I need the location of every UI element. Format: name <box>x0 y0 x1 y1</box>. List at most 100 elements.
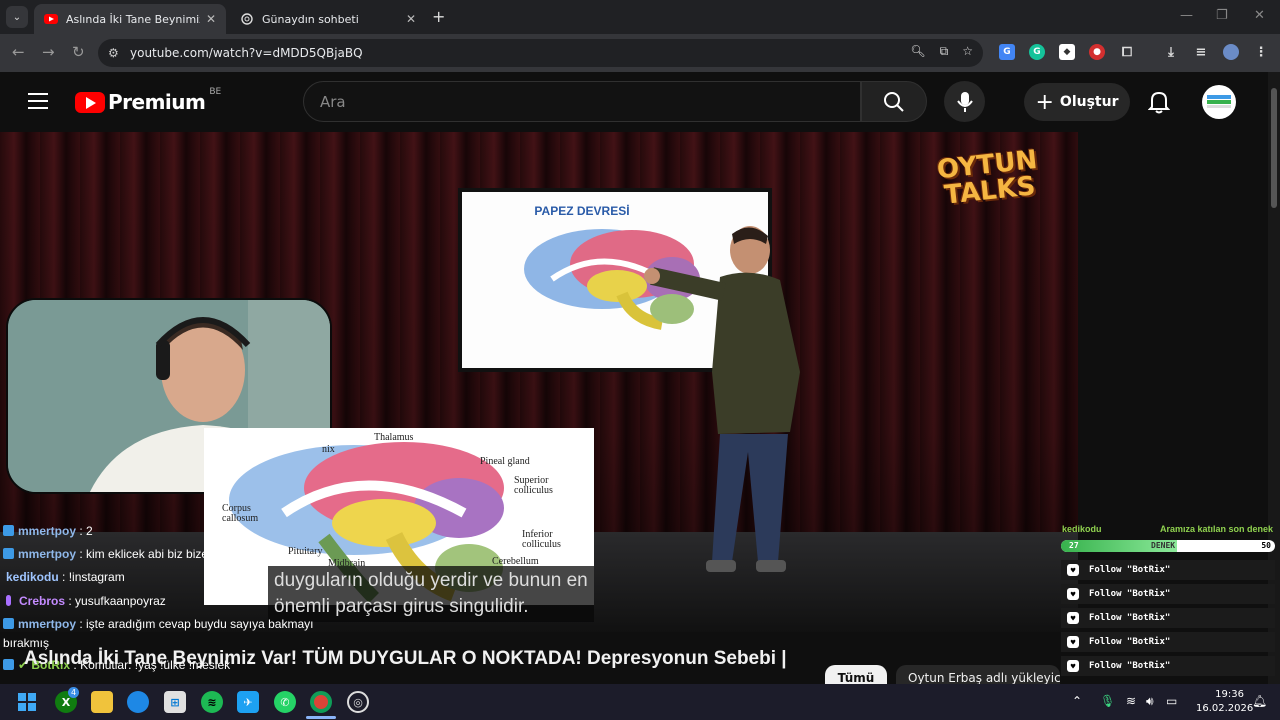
badge-icon <box>3 525 14 536</box>
youtube-header: Premium BE Ara + Oluştur <box>0 72 1268 132</box>
menu-dots-icon[interactable]: ⋮ <box>1253 44 1269 60</box>
chip-all[interactable]: Tümü <box>825 665 887 685</box>
media-control-icon[interactable]: ≡ <box>1193 44 1209 60</box>
system-clock[interactable]: 19:36 16.02.2026 <box>1196 688 1253 716</box>
create-label: Oluştur <box>1059 94 1119 110</box>
minimize-icon[interactable]: — <box>1180 8 1193 23</box>
browser-tabstrip: ⌄ Aslında İki Tane Beynimiz Var! T ✕ Gün… <box>0 0 1280 34</box>
voice-search-button[interactable] <box>944 81 985 122</box>
close-tab-icon[interactable]: ✕ <box>206 12 216 26</box>
logo-text: Premium <box>108 90 206 114</box>
windows-start-icon[interactable] <box>16 691 38 713</box>
grammarly-extension-icon[interactable]: G <box>1029 44 1045 60</box>
spotify-icon[interactable]: ≋ <box>201 691 223 713</box>
hamburger-menu-icon[interactable] <box>28 93 48 114</box>
maximize-icon[interactable]: ❐ <box>1216 8 1228 23</box>
windows-taskbar: X 4 ⊞ ≋ ✈ ✆ ◎ ⌃ 🎙︎ ≋ 🔊︎ ▭ 19:36 16.02.20… <box>0 684 1280 720</box>
chat-message: mmertpoy : kim eklicek abi biz bizeyiz y… <box>3 547 239 561</box>
chat-username: mmertpoy <box>18 547 77 561</box>
battery-icon[interactable]: ▭ <box>1166 694 1177 708</box>
follow-text: Follow "BotRix" <box>1089 661 1171 671</box>
tray-overflow-icon[interactable]: ⌃ <box>1072 694 1082 708</box>
chat-username: mmertpoy <box>18 617 77 631</box>
heart-icon: ♥ <box>1067 588 1079 600</box>
chat-message: kedikodu : !instagram <box>3 570 125 584</box>
follower-goal-overlay: kedikodu Aramıza katılan son denek 27 DE… <box>1058 520 1280 680</box>
chat-text: : 2 <box>76 524 93 538</box>
label-inferior-colliculus: Inferior colliculus <box>522 529 561 550</box>
whatsapp-icon[interactable]: ✆ <box>274 691 296 713</box>
chip-from-uploader[interactable]: Oytun Erbaş adlı yükleyiciden <box>896 665 1060 685</box>
chat-message: Crebros : yusufkaanpoyraz <box>3 594 166 608</box>
notifications-bell-icon[interactable] <box>1147 90 1171 118</box>
chatgpt-app-icon[interactable]: ◎ <box>347 691 369 713</box>
search-icon <box>884 91 904 112</box>
notification-icon[interactable]: 🔔︎ <box>1252 694 1267 708</box>
plus-icon: + <box>1035 89 1054 115</box>
youtube-premium-logo[interactable]: Premium BE <box>75 87 222 114</box>
extension-icon[interactable]: ◆ <box>1059 44 1075 60</box>
volume-icon[interactable]: 🔊︎ <box>1146 694 1154 709</box>
presenter-figure <box>644 226 800 572</box>
brand-logo-text: OYTUN TALKS <box>935 144 1039 211</box>
zoom-icon[interactable]: 🔍︎ <box>910 44 925 59</box>
goal-label: DENEK <box>1151 541 1176 550</box>
youtube-icon <box>44 12 58 26</box>
extensions-puzzle-icon[interactable]: ⧠ <box>1119 44 1135 60</box>
search-input[interactable]: Ara <box>303 81 861 122</box>
tab-title: Aslında İki Tane Beynimiz Var! T <box>66 12 200 26</box>
heart-icon: ♥ <box>1067 612 1079 624</box>
youtube-play-icon <box>75 91 105 113</box>
wifi-icon[interactable]: ≋ <box>1126 694 1136 708</box>
create-button[interactable]: + Oluştur <box>1024 83 1130 121</box>
close-window-icon[interactable]: ✕ <box>1254 8 1265 23</box>
back-icon[interactable]: ← <box>12 43 25 61</box>
forward-icon[interactable]: → <box>42 43 55 61</box>
cast-icon[interactable]: ⧉ <box>940 44 949 59</box>
chatgpt-icon <box>240 12 254 26</box>
twitter-icon[interactable]: ✈ <box>237 691 259 713</box>
goal-current: 27 <box>1069 541 1079 550</box>
address-bar[interactable]: ⚙ youtube.com/watch?v=dMDD5QBjaBQ 🔍︎ ⧉ ☆ <box>98 39 983 67</box>
slide-title: PAPEZ DEVRESİ <box>534 204 630 218</box>
follow-text: Follow "BotRix" <box>1089 637 1171 647</box>
microsoft-store-icon[interactable]: ⊞ <box>164 691 186 713</box>
follow-text: Follow "BotRix" <box>1089 613 1171 623</box>
country-code: BE <box>209 87 222 97</box>
tab-search-chevron-icon[interactable]: ⌄ <box>6 6 28 28</box>
account-avatar[interactable] <box>1202 85 1236 119</box>
heart-icon: ♥ <box>1067 660 1079 672</box>
download-icon[interactable]: ⤓ <box>1163 44 1179 60</box>
new-tab-icon[interactable]: + <box>432 7 445 26</box>
chat-username: kedikodu <box>6 570 59 584</box>
follow-alert: ♥ Follow "BotRix" <box>1061 560 1275 580</box>
profile-avatar-icon[interactable] <box>1223 44 1239 60</box>
url-text: youtube.com/watch?v=dMDD5QBjaBQ <box>130 46 363 60</box>
tab-youtube-video[interactable]: Aslında İki Tane Beynimiz Var! T ✕ <box>34 4 226 34</box>
label-superior-colliculus: Superior colliculus <box>514 475 553 496</box>
bookmark-star-icon[interactable]: ☆ <box>962 44 973 59</box>
badge-icon <box>6 595 11 606</box>
label-fornix: nix <box>322 444 335 455</box>
heart-icon: ♥ <box>1067 636 1079 648</box>
file-explorer-icon[interactable] <box>91 691 113 713</box>
site-info-icon[interactable]: ⚙ <box>108 46 124 60</box>
reload-icon[interactable]: ↻ <box>72 43 85 61</box>
follow-text: Follow "BotRix" <box>1089 565 1171 575</box>
scrollbar-thumb[interactable] <box>1271 88 1277 208</box>
edge-icon[interactable] <box>127 691 149 713</box>
goal-target: 50 <box>1261 541 1271 550</box>
search-button[interactable] <box>861 81 927 122</box>
close-tab-icon[interactable]: ✕ <box>406 12 416 26</box>
chat-message: mmertpoy : işte aradığım cevap buydu say… <box>3 617 313 631</box>
mic-active-icon[interactable]: 🎙︎ <box>1100 694 1115 708</box>
overlay-last-joined-label: Aramıza katılan son denek <box>1160 524 1274 534</box>
follow-alert: ♥ Follow "BotRix" <box>1061 656 1275 676</box>
translate-extension-icon[interactable]: G <box>999 44 1015 60</box>
chrome-icon[interactable] <box>310 691 332 713</box>
chat-username: Crebros <box>19 594 66 608</box>
badge-icon <box>3 618 14 629</box>
chat-text: : yusufkaanpoyraz <box>65 594 166 608</box>
tab-chat[interactable]: Günaydın sohbeti ✕ <box>230 4 426 34</box>
record-extension-icon[interactable]: ● <box>1089 44 1105 60</box>
